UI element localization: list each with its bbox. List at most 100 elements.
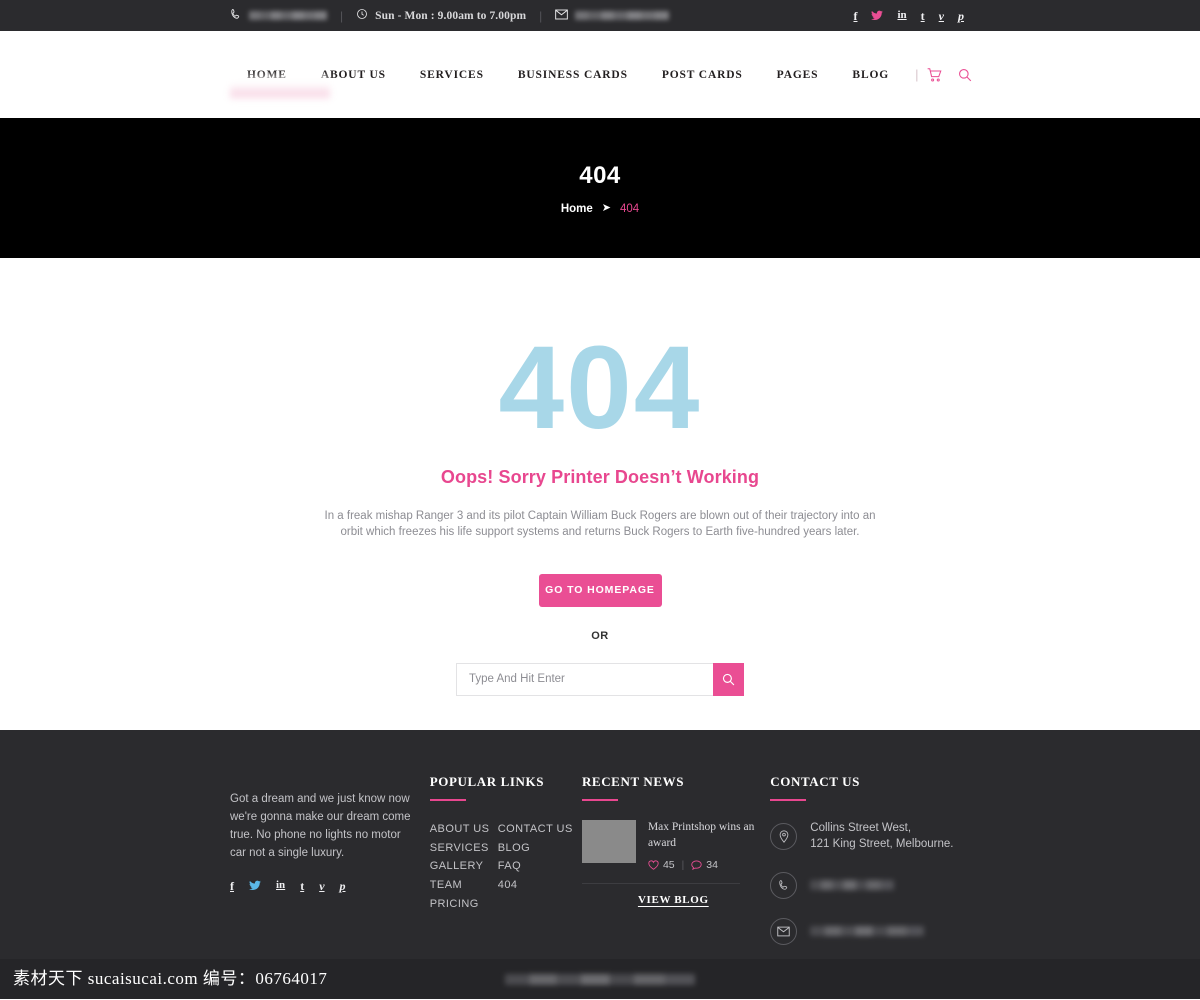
mail-icon <box>770 917 798 945</box>
topbar-phone[interactable] <box>230 7 327 25</box>
page-banner: 404 Home ➤ 404 <box>0 118 1200 258</box>
facebook-icon[interactable]: f <box>230 880 234 892</box>
pinterest-icon[interactable]: p <box>340 880 346 892</box>
footer-link-pricing[interactable]: PRICING <box>430 895 498 914</box>
section-underline <box>581 799 618 801</box>
footer-popular-links: POPULAR LINKS ABOUT US SERVICES GALLERY … <box>429 774 582 959</box>
topbar-phone-value <box>249 11 327 20</box>
header-divider: | <box>915 67 919 82</box>
topbar-email-value <box>575 11 670 20</box>
news-likes: 45 <box>648 859 675 871</box>
footer-link-gallery[interactable]: GALLERY <box>430 857 498 876</box>
news-comments-count: 34 <box>706 859 718 872</box>
topbar-email[interactable] <box>555 7 670 25</box>
popular-links-columns: ABOUT US SERVICES GALLERY TEAM PRICING C… <box>430 820 582 914</box>
footer-link-404[interactable]: 404 <box>498 876 573 895</box>
breadcrumb-current: 404 <box>619 202 640 215</box>
news-meta-divider: | <box>681 859 685 871</box>
tumblr-icon[interactable]: t <box>921 10 925 22</box>
linkedin-icon[interactable]: in <box>897 10 906 21</box>
twitter-icon[interactable] <box>249 880 261 891</box>
contact-phone[interactable] <box>770 871 970 899</box>
popular-links-column-b: CONTACT US BLOG FAQ 404 <box>498 820 573 914</box>
vimeo-icon[interactable]: v <box>319 880 324 892</box>
news-body: Max Printshop wins an award 45 | 34 <box>648 820 760 871</box>
search-submit-button[interactable] <box>713 662 744 696</box>
or-separator: OR <box>591 629 609 642</box>
stock-watermark: 素材天下 sucaisucai.com 编号：06764017 <box>13 969 328 988</box>
error-headline: Oops! Sorry Printer Doesn’t Working <box>440 466 760 487</box>
footer-about: Got a dream and we just know now we're g… <box>230 774 430 959</box>
topbar-separator-2: | <box>539 8 543 23</box>
footer-recent-news: RECENT NEWS Max Printshop wins an award … <box>581 774 770 959</box>
news-list-item[interactable]: Max Printshop wins an award 45 | 34 <box>581 820 770 871</box>
search-input[interactable] <box>456 662 713 696</box>
contact-email[interactable] <box>770 917 970 945</box>
contact-address-text: Collins Street West, 121 King Street, Me… <box>810 820 953 853</box>
footer-description: Got a dream and we just know now we're g… <box>230 793 411 860</box>
footer-link-contact-us[interactable]: CONTACT US <box>498 820 573 839</box>
footer-social-links: f in t v p <box>230 880 430 892</box>
pinterest-icon[interactable]: p <box>958 10 964 22</box>
error-content: 404 Oops! Sorry Printer Doesn’t Working … <box>0 258 1200 730</box>
popular-links-column-a: ABOUT US SERVICES GALLERY TEAM PRICING <box>430 820 498 914</box>
news-title: Max Printshop wins an award <box>647 821 755 849</box>
news-meta: 45 | 34 <box>648 859 760 871</box>
nav-item-business-cards[interactable]: BUSINESS CARDS <box>501 69 645 81</box>
main-navigation: HOME ABOUT US SERVICES BUSINESS CARDS PO… <box>230 67 972 82</box>
page-root: | Sun - Mon : 9.00am to 7.00pm | f in t … <box>0 0 1200 1000</box>
nav-item-pages[interactable]: PAGES <box>760 69 836 81</box>
phone-icon <box>770 871 798 899</box>
error-description: In a freak mishap Ranger 3 and its pilot… <box>324 509 876 539</box>
section-underline <box>429 799 466 801</box>
cart-icon[interactable] <box>927 67 942 82</box>
breadcrumb: Home ➤ 404 <box>561 203 639 215</box>
contact-phone-value <box>810 880 895 891</box>
chevron-right-icon: ➤ <box>601 202 611 214</box>
footer-contact: CONTACT US Collins Street West, 121 King… <box>770 774 970 959</box>
footer-link-team[interactable]: TEAM <box>430 876 498 895</box>
nav-item-post-cards[interactable]: POST CARDS <box>645 69 760 81</box>
nav-item-blog[interactable]: BLOG <box>835 69 906 81</box>
contact-email-value <box>810 926 925 937</box>
top-bar-info: | Sun - Mon : 9.00am to 7.00pm | <box>230 7 670 25</box>
page-title: 404 <box>579 161 621 189</box>
tumblr-icon[interactable]: t <box>300 880 304 892</box>
location-pin-icon <box>770 822 798 850</box>
footer-link-blog[interactable]: BLOG <box>498 839 573 858</box>
footer-link-faq[interactable]: FAQ <box>498 857 573 876</box>
contact-title: CONTACT US <box>770 774 860 789</box>
breadcrumb-home[interactable]: Home <box>561 203 593 215</box>
topbar-hours-text: Sun - Mon : 9.00am to 7.00pm <box>375 9 527 22</box>
twitter-icon[interactable] <box>871 10 884 21</box>
topbar-separator-1: | <box>340 8 344 23</box>
vimeo-icon[interactable]: v <box>939 10 944 22</box>
facebook-icon[interactable]: f <box>853 10 857 22</box>
error-code: 404 <box>498 322 702 454</box>
section-underline <box>770 799 807 801</box>
topbar-social-links: f in t v p <box>853 10 964 22</box>
popular-links-title: POPULAR LINKS <box>429 774 545 789</box>
news-comments: 34 <box>691 859 718 871</box>
news-thumbnail <box>581 820 636 863</box>
news-divider <box>581 883 740 885</box>
site-footer: Got a dream and we just know now we're g… <box>0 730 1200 959</box>
contact-address: Collins Street West, 121 King Street, Me… <box>770 820 970 853</box>
footer-link-services[interactable]: SERVICES <box>430 839 498 858</box>
search-icon <box>722 673 735 685</box>
footer-link-about-us[interactable]: ABOUT US <box>430 820 498 839</box>
error-search-form <box>456 662 744 696</box>
header-actions <box>927 67 972 82</box>
address-line-1: Collins Street West, <box>810 822 912 834</box>
address-line-2: 121 King Street, Melbourne. <box>810 838 954 851</box>
top-bar: | Sun - Mon : 9.00am to 7.00pm | f in t … <box>0 0 1200 31</box>
view-blog-link[interactable]: VIEW BLOG <box>638 894 770 906</box>
phone-icon <box>230 7 242 25</box>
linkedin-icon[interactable]: in <box>276 880 285 891</box>
go-to-homepage-button[interactable]: GO TO HOMEPAGE <box>538 573 662 607</box>
clock-icon <box>356 7 368 25</box>
nav-item-services[interactable]: SERVICES <box>403 69 501 81</box>
logo-image-overlay <box>230 74 330 105</box>
mail-icon <box>555 7 569 25</box>
search-icon[interactable] <box>958 68 972 82</box>
